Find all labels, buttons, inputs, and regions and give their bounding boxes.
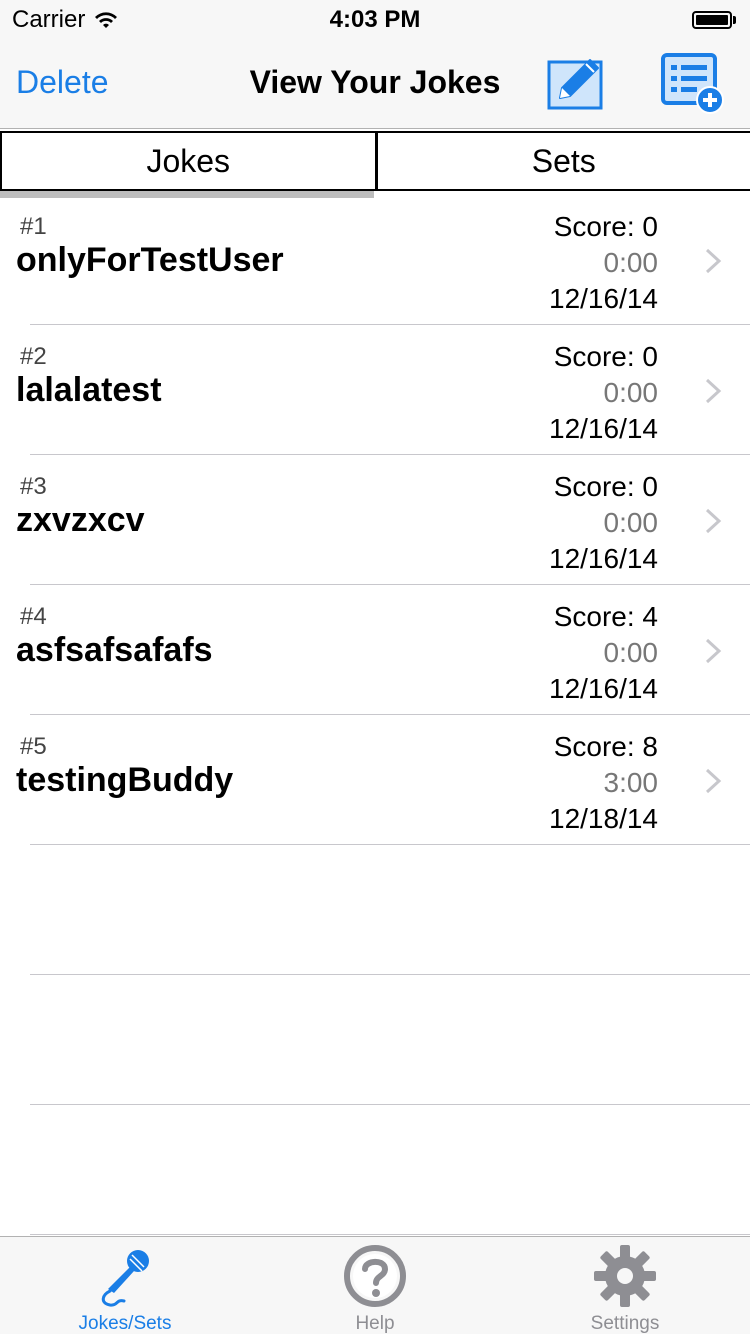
- tab-help[interactable]: Help: [250, 1237, 500, 1334]
- jokes-table: #1 onlyForTestUser Score: 0 0:00 12/16/1…: [0, 195, 750, 1235]
- joke-duration: 0:00: [603, 247, 659, 278]
- joke-duration: 0:00: [603, 377, 659, 408]
- joke-duration: 0:00: [603, 507, 659, 538]
- joke-duration: 3:00: [603, 767, 659, 798]
- microphone-icon: [101, 1250, 149, 1307]
- screen: Carrier 4:03 PM Delete View Your Jokes J…: [0, 0, 750, 1334]
- segment-sets[interactable]: Sets: [377, 131, 750, 191]
- jokes-sets-segmented-control: Jokes Sets: [0, 131, 750, 191]
- joke-row[interactable]: #3 zxvzxcv Score: 0 0:00 12/16/14: [0, 455, 750, 585]
- joke-number: #4: [20, 603, 47, 630]
- joke-score: Score: 4: [553, 601, 658, 632]
- joke-date: 12/16/14: [549, 543, 658, 574]
- joke-score: Score: 8: [553, 731, 658, 762]
- joke-score: Score: 0: [553, 211, 658, 242]
- joke-date: 12/16/14: [549, 673, 658, 704]
- empty-row: [0, 845, 750, 975]
- joke-title: lalalatest: [16, 371, 162, 409]
- joke-date: 12/16/14: [549, 413, 658, 444]
- tab-settings[interactable]: Settings: [500, 1237, 750, 1334]
- joke-title: asfsafsafafs: [16, 631, 213, 669]
- navigation-bar: Delete View Your Jokes: [0, 40, 750, 129]
- battery-icon: [692, 10, 738, 30]
- joke-title: onlyForTestUser: [16, 241, 284, 279]
- joke-row[interactable]: #1 onlyForTestUser Score: 0 0:00 12/16/1…: [0, 195, 750, 325]
- tab-label: Help: [355, 1313, 395, 1334]
- joke-row[interactable]: #5 testingBuddy Score: 8 3:00 12/18/14: [0, 715, 750, 845]
- tab-jokes-sets[interactable]: Jokes/Sets: [0, 1237, 250, 1334]
- joke-row[interactable]: #2 lalalatest Score: 0 0:00 12/16/14: [0, 325, 750, 455]
- joke-number: #1: [20, 213, 47, 240]
- compose-icon[interactable]: [546, 52, 606, 112]
- joke-score: Score: 0: [553, 471, 658, 502]
- joke-title: testingBuddy: [16, 761, 234, 799]
- joke-score: Score: 0: [553, 341, 658, 372]
- empty-row: [0, 1105, 750, 1235]
- status-time: 4:03 PM: [329, 6, 421, 33]
- joke-duration: 0:00: [603, 637, 659, 668]
- segment-jokes[interactable]: Jokes: [0, 131, 378, 191]
- tab-bar: Jokes/Sets Help Settings: [0, 1236, 750, 1334]
- chevron-right-icon: [705, 768, 722, 794]
- page-title: View Your Jokes: [249, 64, 501, 100]
- add-list-icon[interactable]: [660, 52, 726, 116]
- tab-label: Settings: [590, 1313, 660, 1334]
- chevron-right-icon: [705, 508, 722, 534]
- chevron-right-icon: [705, 378, 722, 404]
- gear-icon: [594, 1245, 656, 1307]
- question-icon: [344, 1245, 406, 1307]
- status-bar: Carrier 4:03 PM: [0, 0, 750, 40]
- tab-label: Jokes/Sets: [78, 1313, 172, 1334]
- delete-button[interactable]: Delete: [16, 64, 109, 101]
- chevron-right-icon: [705, 248, 722, 274]
- joke-number: #5: [20, 733, 47, 760]
- joke-title: zxvzxcv: [16, 501, 145, 539]
- chevron-right-icon: [705, 638, 722, 664]
- joke-date: 12/16/14: [549, 283, 658, 314]
- joke-number: #3: [20, 473, 47, 500]
- empty-row: [0, 975, 750, 1105]
- joke-date: 12/18/14: [549, 803, 658, 834]
- joke-row[interactable]: #4 asfsafsafafs Score: 4 0:00 12/16/14: [0, 585, 750, 715]
- joke-number: #2: [20, 343, 47, 370]
